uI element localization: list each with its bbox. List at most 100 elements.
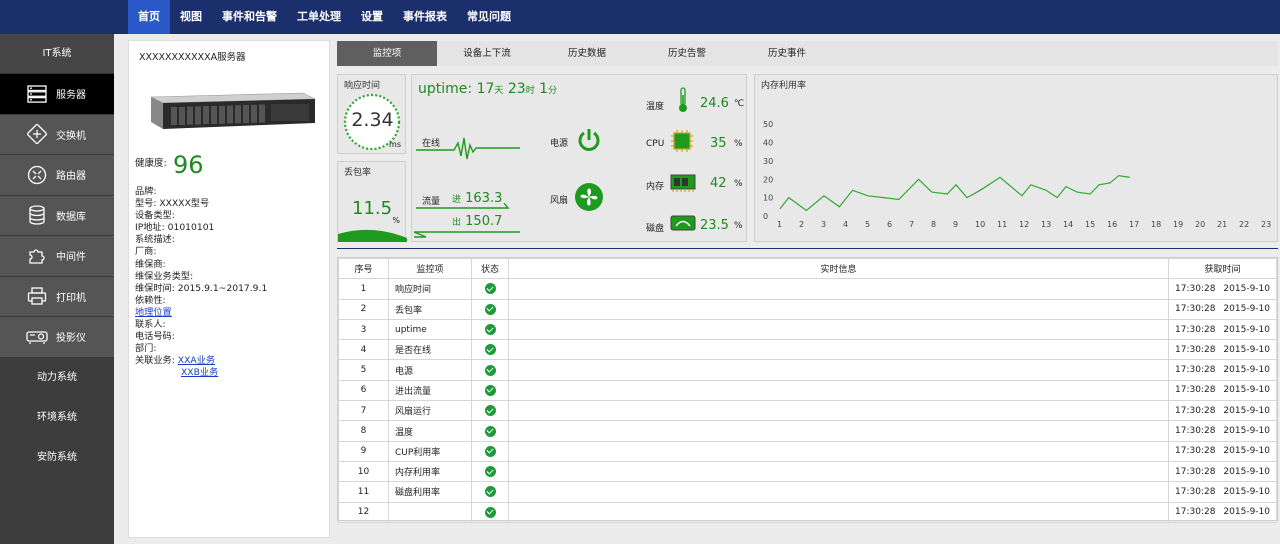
table-row[interactable]: 10 内存利用率 17:30:28 2015-9-10 bbox=[338, 460, 1277, 483]
traffic-out-arrow bbox=[413, 231, 520, 238]
sidebar-group-it[interactable]: IT系统 bbox=[0, 34, 114, 74]
biz-link-xxb[interactable]: XXB业务 bbox=[181, 367, 218, 378]
sidebar-item-label: 投影仪 bbox=[56, 333, 86, 345]
sidebar-item-server[interactable]: 服务器 bbox=[0, 74, 114, 115]
sidebar-item-middleware[interactable]: 中间件 bbox=[0, 236, 114, 277]
row-time-value: 17:30:28 bbox=[1175, 304, 1216, 315]
y-tick-label: 10 bbox=[763, 194, 773, 203]
sidebar-item-projector[interactable]: 投影仪 bbox=[0, 317, 114, 358]
uptime-label: uptime: bbox=[418, 81, 473, 97]
mem-unit: % bbox=[734, 179, 743, 189]
x-tick-label: 16 bbox=[1107, 220, 1117, 229]
middleware-icon bbox=[26, 245, 48, 267]
response-time-value: 2.34 bbox=[351, 109, 394, 131]
attr-contact: 联系人: bbox=[135, 319, 166, 331]
row-time: 17:30:28 2015-9-10 bbox=[1168, 501, 1277, 523]
temp-unit: ℃ bbox=[734, 99, 745, 109]
table-row[interactable]: 4 是否在线 17:30:28 2015-9-10 bbox=[338, 339, 1277, 361]
row-realtime-info bbox=[508, 440, 1169, 462]
table-row[interactable]: 1 响应时间 17:30:28 2015-9-10 bbox=[338, 278, 1277, 300]
x-tick-label: 1 bbox=[777, 220, 782, 229]
nav-view[interactable]: 视图 bbox=[170, 0, 212, 34]
table-row[interactable]: 11 磁盘利用率 17:30:28 2015-9-10 bbox=[338, 481, 1277, 503]
col-header-status: 状态 bbox=[471, 257, 509, 280]
row-item: uptime bbox=[388, 318, 472, 341]
check-circle-icon bbox=[484, 384, 496, 396]
check-circle-icon bbox=[484, 303, 496, 315]
memory-usage-chart: 010203040501 2 3 4 5 6 7 8 9 10 11 12 13 14 15 16 17 18 19… bbox=[763, 120, 1271, 229]
nav-home[interactable]: 首页 bbox=[128, 0, 170, 34]
table-row[interactable]: 3 uptime 17:30:28 2015-9-10 bbox=[338, 318, 1277, 341]
table-row[interactable]: 9 CUP利用率 17:30:28 2015-9-10 bbox=[338, 440, 1277, 462]
sidebar-group-security[interactable]: 安防系统 bbox=[0, 437, 114, 478]
top-nav-bar: 首页 视图 事件和告警 工单处理 设置 事件报表 常见问题 bbox=[0, 0, 1280, 34]
sidebar-item-printer[interactable]: 打印机 bbox=[0, 276, 114, 317]
sidebar-item-database[interactable]: 数据库 bbox=[0, 195, 114, 236]
nav-work-orders[interactable]: 工单处理 bbox=[287, 0, 351, 34]
row-time: 17:30:28 2015-9-10 bbox=[1168, 420, 1277, 442]
sidebar-item-label: 服务器 bbox=[56, 90, 86, 102]
tab-monitor-items[interactable]: 监控项 bbox=[337, 41, 437, 66]
row-time: 17:30:28 2015-9-10 bbox=[1168, 318, 1277, 341]
row-no: 3 bbox=[338, 318, 389, 341]
check-circle-icon bbox=[484, 344, 496, 356]
row-date-value: 2015-9-10 bbox=[1223, 304, 1270, 315]
table-row[interactable]: 8 温度 17:30:28 2015-9-10 bbox=[338, 420, 1277, 442]
nav-events-alarms[interactable]: 事件和告警 bbox=[212, 0, 287, 34]
tab-device-topology[interactable]: 设备上下流 bbox=[437, 41, 537, 66]
row-item: 内存利用率 bbox=[388, 460, 472, 483]
row-status bbox=[471, 379, 509, 402]
row-realtime-info bbox=[508, 318, 1169, 341]
table-row[interactable]: 6 进出流量 17:30:28 2015-9-10 bbox=[338, 379, 1277, 402]
biz-link-xxa[interactable]: XXA业务 bbox=[178, 355, 215, 366]
tab-history-data[interactable]: 历史数据 bbox=[537, 41, 637, 66]
sidebar-item-router[interactable]: 路由器 bbox=[0, 155, 114, 196]
row-time-value: 17:30:28 bbox=[1175, 385, 1216, 396]
row-date-value: 2015-9-10 bbox=[1223, 344, 1270, 355]
nav-settings[interactable]: 设置 bbox=[351, 0, 393, 34]
table-row[interactable]: 2 丢包率 17:30:28 2015-9-10 bbox=[338, 298, 1277, 320]
row-no: 9 bbox=[338, 440, 389, 462]
col-header-no: 序号 bbox=[338, 257, 389, 280]
location-link[interactable]: 地理位置 bbox=[135, 307, 172, 318]
row-no: 8 bbox=[338, 420, 389, 442]
table-row[interactable]: 7 风扇运行 17:30:28 2015-9-10 bbox=[338, 400, 1277, 422]
row-status bbox=[471, 298, 509, 320]
row-time-value: 17:30:28 bbox=[1175, 365, 1216, 376]
tab-history-alarms[interactable]: 历史告警 bbox=[637, 41, 737, 66]
row-time-value: 17:30:28 bbox=[1175, 344, 1216, 355]
check-circle-icon bbox=[484, 486, 496, 498]
sidebar-item-label: 打印机 bbox=[56, 292, 86, 304]
monitor-table: 序号 监控项 状态 实时信息 获取时间 1 响应时间 17:30:28 2015-9-… bbox=[337, 257, 1278, 523]
table-header-row: 序号 监控项 状态 实时信息 获取时间 bbox=[338, 257, 1277, 280]
attr-biz-label: 关联业务: bbox=[135, 355, 175, 367]
row-no: 10 bbox=[338, 460, 389, 483]
sidebar-item-switch[interactable]: 交换机 bbox=[0, 114, 114, 155]
row-time: 17:30:28 2015-9-10 bbox=[1168, 298, 1277, 320]
row-time: 17:30:28 2015-9-10 bbox=[1168, 339, 1277, 361]
row-realtime-info bbox=[508, 278, 1169, 300]
x-tick-label: 23 bbox=[1261, 220, 1271, 229]
x-tick-label: 8 bbox=[931, 220, 936, 229]
switch-icon bbox=[26, 123, 48, 145]
table-row[interactable]: 5 电源 17:30:28 2015-9-10 bbox=[338, 359, 1277, 381]
check-circle-icon bbox=[484, 405, 496, 417]
uptime-hours: 23 bbox=[507, 81, 526, 97]
check-circle-icon bbox=[484, 506, 496, 518]
row-realtime-info bbox=[508, 379, 1169, 402]
nav-faq[interactable]: 常见问题 bbox=[457, 0, 521, 34]
sidebar-group-power[interactable]: 动力系统 bbox=[0, 357, 114, 398]
row-no: 4 bbox=[338, 339, 389, 361]
nav-event-reports[interactable]: 事件报表 bbox=[393, 0, 457, 34]
x-tick-label: 5 bbox=[865, 220, 870, 229]
response-time-label: 响应时间 bbox=[344, 81, 381, 91]
tab-history-events[interactable]: 历史事件 bbox=[737, 41, 837, 66]
power-label: 电源 bbox=[550, 139, 569, 149]
memory-usage-chart-card: 内存利用率 0 10 20 30 40 50 1 2 3 4 5 6 7 8 9 10 11 12 13 14 15 16… bbox=[754, 74, 1278, 242]
row-item: CUP利用率 bbox=[388, 440, 472, 462]
table-row[interactable]: 12 17:30:28 2015-9-10 bbox=[338, 501, 1277, 523]
x-tick-label: 12 bbox=[1019, 220, 1029, 229]
database-icon bbox=[26, 204, 48, 226]
sidebar-group-environment[interactable]: 环境系统 bbox=[0, 397, 114, 438]
attr-device-type: 设备类型: bbox=[135, 210, 175, 222]
